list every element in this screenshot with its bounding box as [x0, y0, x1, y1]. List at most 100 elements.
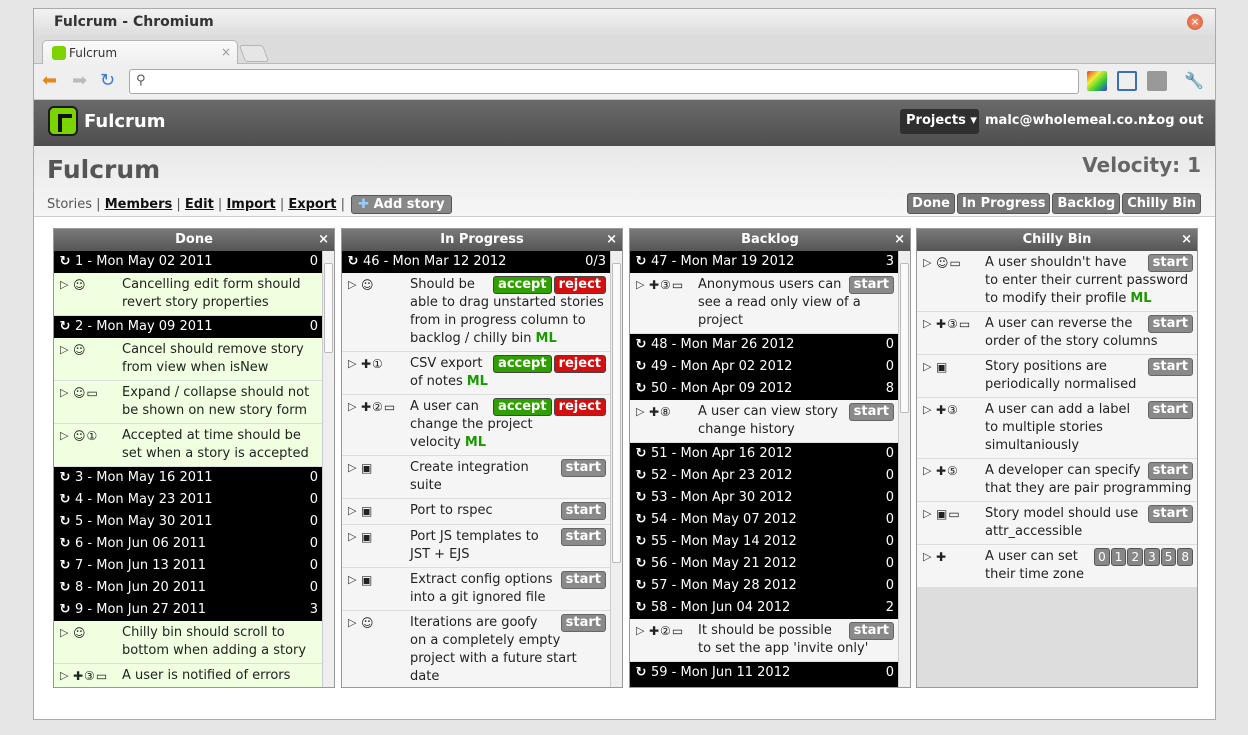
story-row[interactable]: ▷ ▣ start Story positions are periodically …: [917, 355, 1197, 398]
story-row[interactable]: ▷ ▣ start Create integration suite: [342, 456, 610, 499]
projects-dropdown[interactable]: Projects ▾: [900, 109, 979, 134]
start-button[interactable]: start: [560, 614, 606, 632]
story-row[interactable]: ▷ ☺▭ Expand / collapse should not be shown…: [54, 381, 322, 424]
toggle-backlog-button[interactable]: Backlog: [1052, 193, 1121, 214]
start-button[interactable]: start: [560, 459, 606, 477]
start-button[interactable]: start: [848, 622, 894, 640]
story-row[interactable]: ▷ ✚① accept reject CSV export of notes ML: [342, 352, 610, 395]
start-button[interactable]: start: [1147, 401, 1193, 419]
estimate-button[interactable]: 3: [1144, 548, 1160, 566]
logout-link[interactable]: Log out: [1148, 113, 1203, 128]
start-button[interactable]: start: [848, 276, 894, 294]
wrench-icon[interactable]: 🔧: [1184, 71, 1204, 91]
story-row[interactable]: ▷ ✚②▭ start It should be possible to set th…: [630, 619, 898, 662]
expand-triangle-icon[interactable]: ▷: [923, 358, 931, 376]
reject-button[interactable]: reject: [553, 398, 606, 416]
toggle-done-button[interactable]: Done: [907, 193, 955, 214]
story-row[interactable]: ▷ ▣ start Extract config options into a git…: [342, 568, 610, 611]
close-column-icon[interactable]: ×: [894, 229, 905, 251]
expand-triangle-icon[interactable]: ▷: [923, 401, 931, 419]
back-arrow-icon[interactable]: ⬅: [42, 71, 57, 91]
story-row[interactable]: ▷ ☺ start Iterations are goofy on a complet…: [342, 611, 610, 687]
story-row[interactable]: ▷ ✚⑤ start A developer can specify that the…: [917, 459, 1197, 502]
accept-button[interactable]: accept: [493, 276, 552, 294]
start-button[interactable]: start: [1147, 462, 1193, 480]
estimate-button[interactable]: 5: [1160, 548, 1177, 566]
story-row[interactable]: ▷ ☺ Chilly bin should scroll to bottom whe…: [54, 621, 322, 664]
expand-triangle-icon[interactable]: ▷: [348, 355, 356, 373]
add-story-button[interactable]: ✚ Add story: [351, 195, 452, 214]
accept-button[interactable]: accept: [493, 355, 552, 373]
browser-tab[interactable]: Fulcrum ×: [42, 40, 238, 65]
nav-export[interactable]: Export: [288, 197, 336, 212]
story-row[interactable]: ▷ ✚⑧ start A user can view story change his…: [630, 400, 898, 443]
start-button[interactable]: start: [560, 571, 606, 589]
reload-icon[interactable]: ↻: [100, 71, 115, 91]
estimate-button[interactable]: 1: [1110, 548, 1127, 566]
start-button[interactable]: start: [1147, 505, 1193, 523]
scrollbar[interactable]: [610, 251, 622, 687]
expand-triangle-icon[interactable]: ▷: [923, 548, 931, 566]
start-button[interactable]: start: [848, 403, 894, 421]
start-button[interactable]: start: [560, 502, 606, 520]
toggle-in-progress-button[interactable]: In Progress: [956, 193, 1051, 214]
expand-triangle-icon[interactable]: ▷: [636, 622, 644, 640]
scrollbar[interactable]: [898, 251, 910, 687]
nav-members[interactable]: Members: [105, 197, 173, 212]
tab-close-icon[interactable]: ×: [221, 45, 231, 59]
expand-triangle-icon[interactable]: ▷: [923, 505, 931, 523]
expand-triangle-icon[interactable]: ▷: [348, 502, 356, 520]
expand-triangle-icon[interactable]: ▷: [60, 341, 68, 359]
reject-button[interactable]: reject: [553, 276, 606, 294]
expand-triangle-icon[interactable]: ▷: [348, 276, 356, 294]
start-button[interactable]: start: [1147, 315, 1193, 333]
expand-triangle-icon[interactable]: ▷: [923, 254, 931, 272]
story-row[interactable]: ▷ ☺ Cancelling edit form should revert sto…: [54, 273, 322, 316]
story-row[interactable]: ▷ ▣ start Port to rspec: [342, 499, 610, 525]
scrollbar[interactable]: [322, 251, 334, 687]
story-row[interactable]: ▷ ✚ 0 1 2 3 5 8 A user can set their time zone: [917, 545, 1197, 588]
expand-triangle-icon[interactable]: ▷: [348, 571, 356, 589]
start-button[interactable]: start: [1147, 254, 1193, 272]
story-row[interactable]: ▷ ✚③▭ A user is notified of errors when: [54, 664, 322, 687]
user-email-link[interactable]: malc@wholemeal.co.nz: [985, 113, 1155, 128]
estimate-button[interactable]: 0: [1094, 548, 1110, 566]
expand-triangle-icon[interactable]: ▷: [60, 276, 68, 294]
expand-triangle-icon[interactable]: ▷: [923, 462, 931, 480]
accept-button[interactable]: accept: [493, 398, 552, 416]
estimate-button[interactable]: 2: [1127, 548, 1144, 566]
toggle-chilly-bin-button[interactable]: Chilly Bin: [1122, 193, 1201, 214]
expand-triangle-icon[interactable]: ▷: [60, 667, 68, 685]
color-extension-icon[interactable]: [1087, 71, 1107, 91]
tag-extension-icon[interactable]: [1147, 71, 1167, 91]
story-row[interactable]: ▷ ☺ accept reject Should be able to drag uns…: [342, 273, 610, 352]
story-row[interactable]: ▷ ✚③ start A user can add a label to multip…: [917, 398, 1197, 459]
expand-triangle-icon[interactable]: ▷: [60, 384, 68, 402]
start-button[interactable]: start: [560, 528, 606, 546]
window-close-button[interactable]: ×: [1187, 14, 1203, 30]
nav-import[interactable]: Import: [226, 197, 275, 212]
expand-triangle-icon[interactable]: ▷: [348, 459, 356, 477]
story-row[interactable]: ▷ ☺① Accepted at time should be set when a…: [54, 424, 322, 467]
expand-triangle-icon[interactable]: ▷: [636, 276, 644, 294]
expand-triangle-icon[interactable]: ▷: [923, 315, 931, 333]
close-column-icon[interactable]: ×: [606, 229, 617, 251]
story-row[interactable]: ▷ ▣ start Port JS templates to JST + EJS: [342, 525, 610, 568]
expand-triangle-icon[interactable]: ▷: [636, 403, 644, 421]
address-bar[interactable]: ⚲: [129, 69, 1079, 94]
story-row[interactable]: ▷ ✚③▭ start Anonymous users can see a read …: [630, 273, 898, 334]
nav-edit[interactable]: Edit: [185, 197, 214, 212]
expand-triangle-icon[interactable]: ▷: [348, 614, 356, 632]
expand-triangle-icon[interactable]: ▷: [60, 427, 68, 445]
close-column-icon[interactable]: ×: [1181, 229, 1192, 251]
start-button[interactable]: start: [1147, 358, 1193, 376]
fulcrum-logo-icon[interactable]: [48, 106, 78, 136]
story-row[interactable]: ▷ ☺▭ start A user shouldn't have to enter t…: [917, 251, 1197, 312]
reject-button[interactable]: reject: [553, 355, 606, 373]
story-row[interactable]: ▷ ▣▭ start Story model should use attr_acce…: [917, 502, 1197, 545]
story-row[interactable]: ▷ ✚②▭ accept reject A user can change the pr…: [342, 395, 610, 456]
estimate-button[interactable]: 8: [1177, 548, 1193, 566]
story-row[interactable]: ▷ ☺ Cancel should remove story from view w…: [54, 338, 322, 381]
close-column-icon[interactable]: ×: [318, 229, 329, 251]
app-name[interactable]: Fulcrum: [84, 111, 166, 132]
